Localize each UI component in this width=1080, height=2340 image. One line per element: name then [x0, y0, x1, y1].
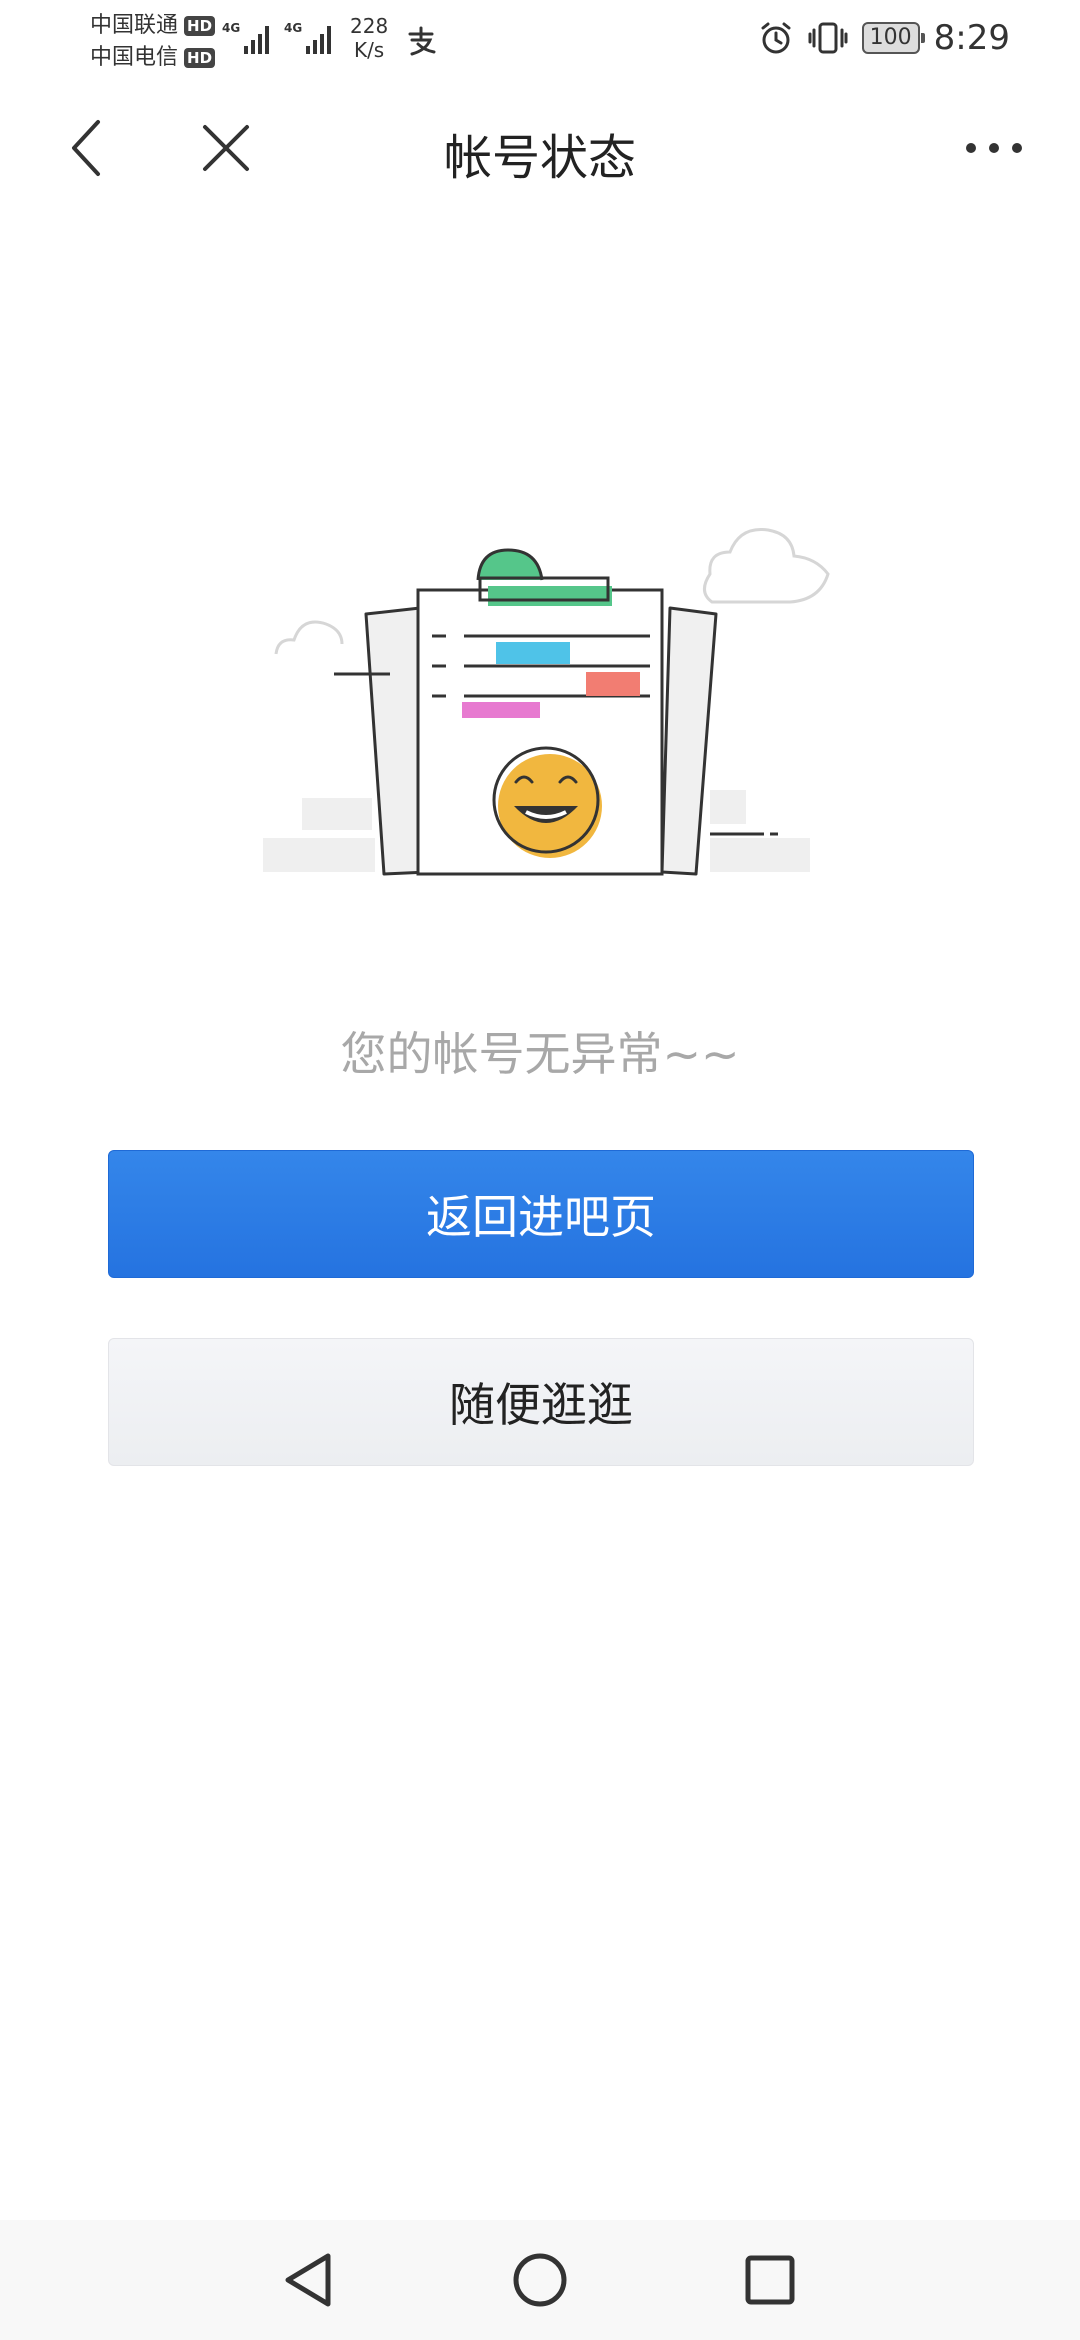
more-button[interactable]: [954, 108, 1034, 188]
svg-text:4G: 4G: [222, 21, 240, 35]
vibrate-icon: [808, 22, 848, 54]
browse-button-label: 随便逛逛: [449, 1378, 633, 1432]
speed-value: 228: [350, 14, 389, 38]
carrier-1: 中国联通: [90, 13, 179, 38]
back-triangle-icon: [285, 2253, 331, 2307]
hd-badge: HD: [184, 48, 216, 68]
alarm-icon: [761, 22, 791, 54]
speed-unit: K/s: [353, 38, 385, 62]
home-circle-icon: [513, 2253, 567, 2307]
signal-icon: 4G: [284, 21, 331, 54]
clock: 8:29: [933, 18, 1010, 58]
svg-text:4G: 4G: [284, 21, 302, 35]
hd-badge: HD: [184, 16, 216, 36]
alipay-icon: [408, 26, 436, 56]
system-back-button[interactable]: [270, 2242, 346, 2318]
status-right: 100 8:29: [758, 18, 1010, 58]
signal-icon: 4G: [222, 21, 269, 54]
battery-icon: 100: [861, 22, 925, 54]
return-button-label: 返回进吧页: [426, 1190, 656, 1244]
clipboard-smile-illustration: [263, 527, 830, 876]
page-title: 帐号状态: [443, 130, 636, 186]
return-button[interactable]: 返回进吧页: [108, 1150, 974, 1278]
system-home-button[interactable]: [502, 2242, 578, 2318]
network-speed: 228 K/s: [350, 14, 388, 62]
system-nav-bar: [0, 2220, 1080, 2340]
recents-square-icon: [745, 2255, 795, 2305]
more-dots-icon: [966, 143, 1022, 153]
carrier-2: 中国电信: [90, 45, 179, 70]
status-message: 您的帐号无异常~~: [340, 1027, 740, 1081]
carrier-info: 中国联通 HD 中国电信 HD: [90, 10, 216, 74]
system-recents-button[interactable]: [732, 2242, 808, 2318]
status-bar: 中国联通 HD 中国电信 HD 4G 4G 228 K/s 100 8:29: [0, 0, 1080, 80]
browse-button[interactable]: 随便逛逛: [108, 1338, 974, 1466]
nav-bar: 帐号状态: [0, 90, 1080, 210]
